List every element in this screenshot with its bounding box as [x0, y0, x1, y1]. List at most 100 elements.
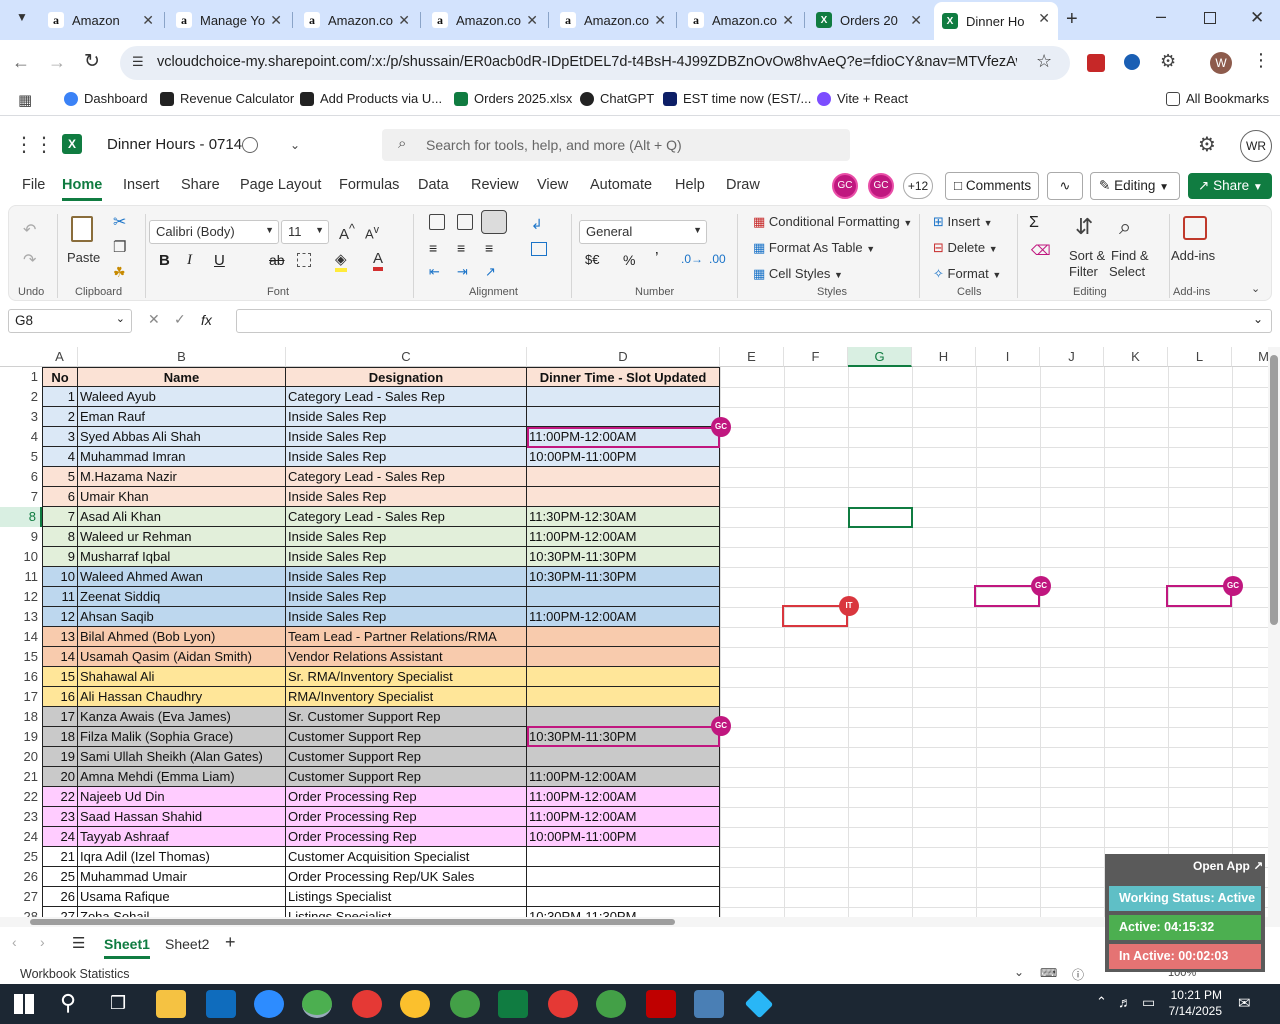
- row-header[interactable]: 14: [0, 627, 42, 647]
- title-dropdown-icon[interactable]: ⌄: [290, 138, 300, 152]
- table-cell[interactable]: Asad Ali Khan: [78, 507, 286, 527]
- table-cell[interactable]: Inside Sales Rep: [286, 407, 527, 427]
- search-box[interactable]: ⌕ Search for tools, help, and more (Alt …: [382, 129, 850, 161]
- all-bookmarks[interactable]: All Bookmarks: [1166, 91, 1269, 106]
- chrome-icon[interactable]: [400, 990, 430, 1018]
- chrome-icon[interactable]: [302, 990, 332, 1018]
- row-header[interactable]: 5: [0, 447, 42, 467]
- row-header[interactable]: 7: [0, 487, 42, 507]
- formula-input[interactable]: ⌄: [236, 309, 1272, 333]
- table-cell[interactable]: 2: [42, 407, 78, 427]
- table-cell[interactable]: 11:00PM-12:00AM: [527, 767, 720, 787]
- table-cell[interactable]: Customer Support Rep: [286, 727, 527, 747]
- tab-draw[interactable]: Draw: [726, 177, 760, 193]
- grow-font-icon[interactable]: A^: [339, 222, 355, 243]
- maximize-icon[interactable]: [1204, 12, 1216, 24]
- table-cell[interactable]: Team Lead - Partner Relations/RMA: [286, 627, 527, 647]
- bookmark-star-icon[interactable]: ☆: [1036, 51, 1052, 72]
- undo-icon[interactable]: ↶: [23, 220, 36, 240]
- active-cell-selection[interactable]: [848, 507, 913, 528]
- number-format-dropdown[interactable]: General ▼: [579, 220, 707, 244]
- browser-tab[interactable]: a Amazon.co ✕: [680, 4, 802, 36]
- table-cell[interactable]: [527, 387, 720, 407]
- bookmark-item[interactable]: Vite + React: [817, 91, 908, 106]
- bookmark-item[interactable]: Revenue Calculator: [160, 91, 294, 106]
- table-cell[interactable]: 10:00PM-11:00PM: [527, 827, 720, 847]
- table-cell[interactable]: 11:00PM-12:00AM: [527, 807, 720, 827]
- table-cell[interactable]: 7: [42, 507, 78, 527]
- align-top-icon[interactable]: [429, 214, 445, 230]
- table-cell[interactable]: Category Lead - Sales Rep: [286, 467, 527, 487]
- font-size-dropdown[interactable]: 11 ▼: [281, 220, 329, 244]
- table-cell[interactable]: 3: [42, 427, 78, 447]
- settings-gear-icon[interactable]: ⚙: [1198, 132, 1216, 157]
- row-header[interactable]: 17: [0, 687, 42, 707]
- cancel-entry-icon[interactable]: ✕: [148, 311, 160, 328]
- tab-help[interactable]: Help: [675, 177, 705, 193]
- table-cell[interactable]: Zeenat Siddiq: [78, 587, 286, 607]
- column-header[interactable]: F: [784, 347, 848, 367]
- table-cell[interactable]: [527, 707, 720, 727]
- name-box[interactable]: G8 ⌄: [8, 309, 132, 333]
- column-header[interactable]: B: [78, 347, 286, 367]
- zoom-app-icon[interactable]: [254, 990, 284, 1018]
- row-header[interactable]: 27: [0, 887, 42, 907]
- table-cell[interactable]: Umair Khan: [78, 487, 286, 507]
- column-header[interactable]: J: [1040, 347, 1104, 367]
- tab-view[interactable]: View: [537, 177, 568, 193]
- acrobat-extension-icon[interactable]: [1087, 54, 1105, 72]
- browser-tab[interactable]: X Orders 20 ✕: [808, 4, 930, 36]
- table-cell[interactable]: Muhammad Imran: [78, 447, 286, 467]
- workbook-statistics[interactable]: Workbook Statistics: [20, 967, 130, 981]
- row-header[interactable]: 9: [0, 527, 42, 547]
- reload-icon[interactable]: ↻: [84, 50, 100, 73]
- user-avatar[interactable]: WR: [1240, 130, 1272, 162]
- row-header[interactable]: 3: [0, 407, 42, 427]
- table-cell[interactable]: 11:00PM-12:00AM: [527, 527, 720, 547]
- copy-icon[interactable]: ❐: [113, 238, 126, 256]
- table-cell[interactable]: Order Processing Rep/UK Sales: [286, 867, 527, 887]
- row-header[interactable]: 25: [0, 847, 42, 867]
- add-sheet-icon[interactable]: +: [225, 932, 236, 953]
- confirm-entry-icon[interactable]: ✓: [174, 311, 186, 328]
- browser-menu-icon[interactable]: ⋮: [1252, 50, 1270, 71]
- column-header[interactable]: M: [1232, 347, 1268, 367]
- tab-automate[interactable]: Automate: [590, 177, 652, 193]
- autosum-icon[interactable]: Σ: [1029, 214, 1039, 232]
- clock-date[interactable]: 7/14/2025: [1160, 1004, 1222, 1018]
- column-header[interactable]: I: [976, 347, 1040, 367]
- header-cell-dinner-time[interactable]: Dinner Time - Slot Updated: [527, 367, 720, 387]
- redo-icon[interactable]: ↷: [23, 250, 36, 270]
- chrome-icon[interactable]: [548, 990, 578, 1018]
- close-tab-icon[interactable]: ✕: [910, 12, 922, 29]
- table-cell[interactable]: 10:30PM-11:30PM: [527, 907, 720, 917]
- tab-data[interactable]: Data: [418, 177, 449, 193]
- table-cell[interactable]: 15: [42, 667, 78, 687]
- calculator-icon[interactable]: [694, 990, 724, 1018]
- browser-tab[interactable]: a Manage Yo ✕: [168, 4, 290, 36]
- table-cell[interactable]: 13: [42, 627, 78, 647]
- find-select-button[interactable]: Find &: [1111, 248, 1149, 263]
- table-cell[interactable]: Inside Sales Rep: [286, 607, 527, 627]
- bold-icon[interactable]: B: [159, 252, 170, 269]
- sort-filter-button[interactable]: Sort &: [1069, 248, 1105, 263]
- table-cell[interactable]: 8: [42, 527, 78, 547]
- table-cell[interactable]: Inside Sales Rep: [286, 567, 527, 587]
- header-cell-no[interactable]: No: [42, 367, 78, 387]
- insert-cells-button[interactable]: ⊞ Insert ▼: [933, 214, 993, 230]
- collaborator-avatar[interactable]: GC: [868, 173, 894, 199]
- share-button[interactable]: ↗ Share ▼: [1188, 173, 1272, 199]
- table-cell[interactable]: Category Lead - Sales Rep: [286, 507, 527, 527]
- font-color-icon[interactable]: A: [373, 250, 384, 271]
- column-header[interactable]: H: [912, 347, 976, 367]
- outlook-icon[interactable]: [206, 990, 236, 1018]
- tray-overflow-icon[interactable]: ⌃: [1096, 994, 1107, 1010]
- table-cell[interactable]: 24: [42, 827, 78, 847]
- sort-filter-icon[interactable]: ⇵: [1075, 214, 1093, 240]
- filezilla-icon[interactable]: [646, 990, 676, 1018]
- bookmark-item[interactable]: Dashboard: [64, 91, 148, 106]
- underline-icon[interactable]: U: [214, 252, 225, 269]
- table-cell[interactable]: 21: [42, 847, 78, 867]
- table-cell[interactable]: Inside Sales Rep: [286, 447, 527, 467]
- row-header[interactable]: 13: [0, 607, 42, 627]
